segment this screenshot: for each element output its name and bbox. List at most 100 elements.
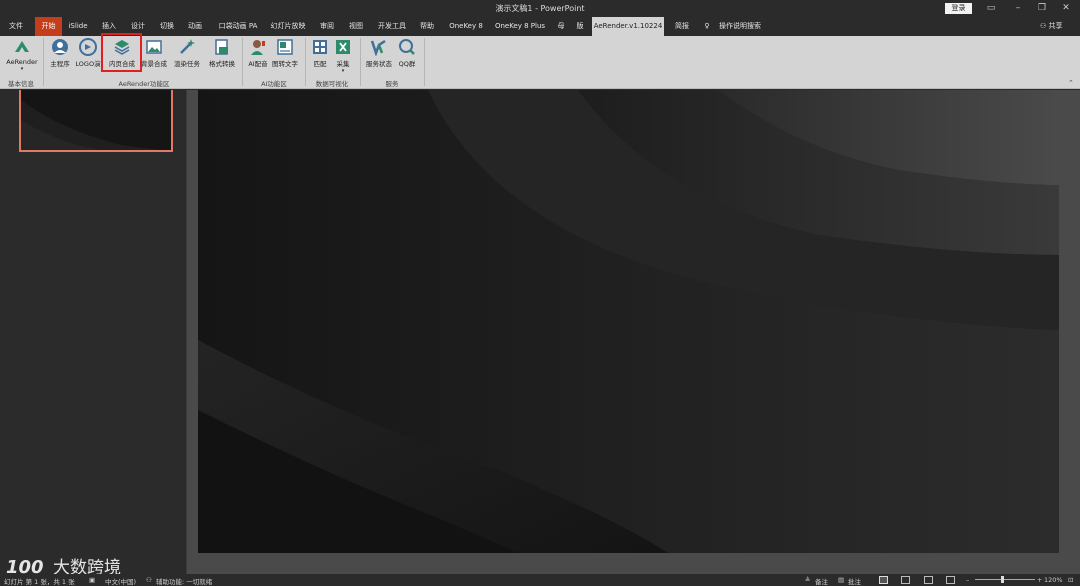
slideshow-view-icon[interactable] xyxy=(946,576,955,584)
bg-compose-button[interactable]: 背景合成 xyxy=(138,38,170,76)
language-indicator[interactable]: 中文(中国) xyxy=(105,576,136,586)
zoom-level[interactable]: 120% xyxy=(1044,576,1063,584)
group-divider xyxy=(43,38,44,86)
ribbon-display-options-icon[interactable]: ▭ xyxy=(984,2,998,14)
slide-count: 幻灯片 第 1 张，共 1 张 xyxy=(4,578,75,586)
powerpoint-window: 演示文稿1 - PowerPoint 登录 ▭ – ❐ ✕ 文件 开始 iSli… xyxy=(0,0,1080,586)
tab-islide[interactable]: iSlide xyxy=(66,17,90,36)
group-divider xyxy=(305,38,306,86)
logo-demo-button[interactable]: LOGO演 xyxy=(73,38,103,76)
slide-background-waves xyxy=(198,90,1059,553)
tab-view[interactable]: 视图 xyxy=(345,17,367,36)
share-button[interactable]: ⚇ 共享 xyxy=(1040,17,1063,36)
ribbon-tab-bar: 文件 开始 iSlide 插入 设计 切换 动画 口袋动画 PA 幻灯片放映 审… xyxy=(0,17,1080,36)
notes-button[interactable]: 备注 xyxy=(815,576,828,586)
ai-dub-button[interactable]: AI配音 xyxy=(246,38,270,76)
tab-slideshow[interactable]: 幻灯片放映 xyxy=(268,17,308,36)
accessibility-icon: ⚇ xyxy=(146,576,152,584)
slide-thumbnail-pane xyxy=(0,90,186,574)
group-divider xyxy=(424,38,425,86)
normal-view-icon[interactable] xyxy=(879,576,888,584)
match-button[interactable]: 匹配 xyxy=(309,38,331,76)
chevron-down-icon: ▾ xyxy=(20,66,24,72)
slide-canvas[interactable] xyxy=(198,90,1059,553)
person-voice-icon xyxy=(251,40,265,55)
share-label: 共享 xyxy=(1048,22,1063,30)
tab-animations[interactable]: 动画 xyxy=(184,17,206,36)
title-bar: 演示文稿1 - PowerPoint 登录 ▭ – ❐ ✕ xyxy=(0,0,1080,17)
notes-icon: ≜ xyxy=(805,576,811,584)
ribbon: AeRender ▾ 基本信息 主程序 LOGO演 内页合成 背景合成 渲染任务 xyxy=(0,36,1080,89)
voice-text-button[interactable]: 图转文字 xyxy=(270,38,300,76)
service-status-button[interactable]: 服务状态 xyxy=(364,38,394,76)
aerender-button[interactable]: AeRender ▾ xyxy=(4,38,40,76)
fit-slide-icon[interactable]: ⊡ xyxy=(1068,576,1073,584)
voice-text-label: 图转文字 xyxy=(272,60,298,68)
accessibility-status[interactable]: 辅助功能: 一切就绪 xyxy=(156,576,212,586)
zoom-out-icon[interactable]: – xyxy=(966,576,969,584)
magic-wand-icon xyxy=(180,39,195,54)
collapse-ribbon-icon[interactable]: ⌃ xyxy=(1068,79,1074,87)
tab-home[interactable]: 开始 xyxy=(35,17,62,36)
tab-aerender[interactable]: AeRender.v1.10224 xyxy=(592,17,664,36)
main-program-label: 主程序 xyxy=(50,60,70,68)
ai-dub-label: AI配音 xyxy=(248,60,268,68)
group-label-service: 服务 xyxy=(385,80,399,88)
tab-onekey8-plus[interactable]: OneKey 8 Plus xyxy=(493,17,547,36)
bg-compose-label: 背景合成 xyxy=(141,60,167,68)
person-icon: ⚇ xyxy=(1040,22,1047,30)
minimize-icon[interactable]: – xyxy=(1011,2,1025,14)
tab-pocket-animation[interactable]: 口袋动画 PA xyxy=(214,17,262,36)
login-button[interactable]: 登录 xyxy=(945,3,972,14)
status-bar: 幻灯片 第 1 张，共 1 张 ▣ 中文(中国) ⚇ 辅助功能: 一切就绪 ≜ … xyxy=(0,574,1080,586)
highlight-box xyxy=(101,33,142,72)
zoom-in-icon[interactable]: + xyxy=(1037,576,1042,584)
service-status-label: 服务状态 xyxy=(366,60,392,68)
slide-thumbnail-1[interactable] xyxy=(19,90,173,152)
tab-developer[interactable]: 开发工具 xyxy=(374,17,410,36)
restore-icon[interactable]: ❐ xyxy=(1035,2,1049,14)
zoom-slider-thumb[interactable] xyxy=(1001,576,1004,583)
spellcheck-icon[interactable]: ▣ xyxy=(89,576,95,584)
group-label-aerender: AeRender功能区 xyxy=(118,80,170,88)
zoom-slider[interactable] xyxy=(975,579,1035,580)
comments-icon: ▤ xyxy=(838,576,845,584)
chevron-down-icon: ▾ xyxy=(341,68,345,74)
image-text-icon xyxy=(277,39,293,55)
close-icon[interactable]: ✕ xyxy=(1059,2,1073,14)
qq-group-button[interactable]: QQ群 xyxy=(395,38,419,76)
qq-icon xyxy=(399,39,415,55)
tab-jianbao[interactable]: 简报 xyxy=(671,17,693,36)
logo-circle-icon xyxy=(79,38,97,56)
file-convert-icon xyxy=(215,39,228,55)
picture-icon xyxy=(146,40,162,54)
person-circle-icon xyxy=(52,39,68,55)
collect-button[interactable]: 采集 ▾ xyxy=(332,38,354,76)
render-task-button[interactable]: 渲染任务 xyxy=(172,38,202,76)
group-label-ai: AI功能区 xyxy=(261,80,287,88)
table-icon xyxy=(313,40,327,54)
match-label: 匹配 xyxy=(313,60,327,68)
thumbnail-preview xyxy=(21,90,171,150)
tab-onekey8[interactable]: OneKey 8 xyxy=(446,17,486,36)
tab-help[interactable]: 帮助 xyxy=(416,17,438,36)
render-task-label: 渲染任务 xyxy=(174,60,200,68)
reading-view-icon[interactable] xyxy=(924,576,933,584)
format-convert-button[interactable]: 格式转换 xyxy=(206,38,238,76)
window-title: 演示文稿1 - PowerPoint xyxy=(495,4,585,13)
slide-sorter-icon[interactable] xyxy=(901,576,910,584)
tab-mu[interactable]: 母 xyxy=(554,17,568,36)
tab-ban[interactable]: 版 xyxy=(573,17,587,36)
tab-transitions[interactable]: 切换 xyxy=(156,17,178,36)
group-label-basic: 基本信息 xyxy=(8,80,34,88)
comments-button[interactable]: 批注 xyxy=(848,576,861,586)
tell-me-search[interactable]: 操作说明搜索 xyxy=(717,17,763,36)
group-divider xyxy=(360,38,361,86)
group-divider xyxy=(242,38,243,86)
format-convert-label: 格式转换 xyxy=(209,60,235,68)
main-program-button[interactable]: 主程序 xyxy=(47,38,73,76)
aerender-label: AeRender xyxy=(6,58,38,66)
collect-label: 采集 xyxy=(336,60,350,68)
tab-file[interactable]: 文件 xyxy=(4,17,28,36)
tab-review[interactable]: 审阅 xyxy=(316,17,338,36)
